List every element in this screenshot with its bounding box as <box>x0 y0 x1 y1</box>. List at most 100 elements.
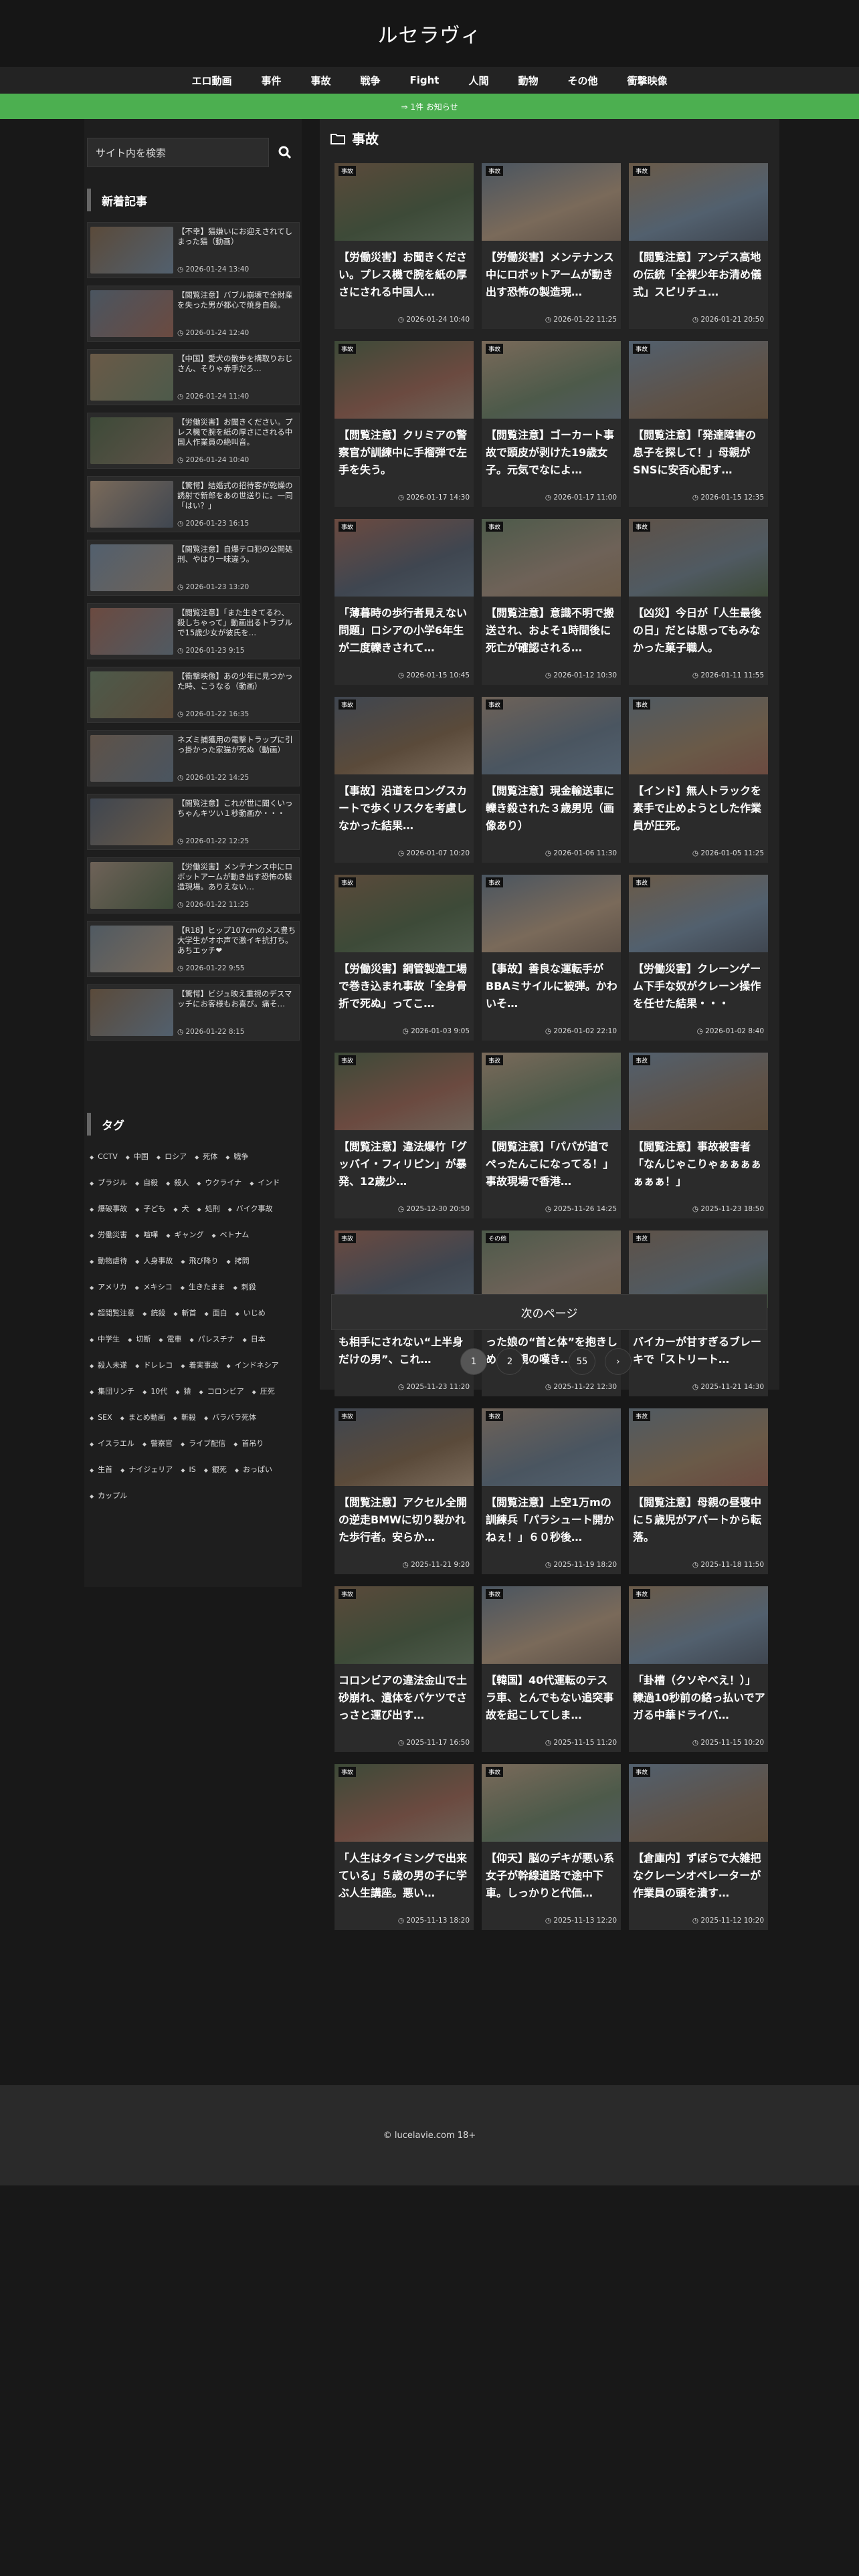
recent-post[interactable]: 【閲覧注意】「また生きてるわ、殺しちゃって」動画出るトラブルで15歳少女が彼氏を… <box>87 603 300 659</box>
tag-link[interactable]: IS <box>181 1465 195 1475</box>
tag-link[interactable]: 生きたまま <box>181 1282 225 1292</box>
tag-link[interactable]: ギャング <box>166 1230 203 1240</box>
article-card[interactable]: 事故 【労働災害】鋼管製造工場で巻き込まれ事故「全身骨折で死ぬ」ってこ… ◷ 202… <box>335 875 474 1041</box>
next-page-button[interactable]: 次のページ <box>331 1294 767 1330</box>
tag-link[interactable]: バイク事故 <box>228 1204 273 1214</box>
article-card[interactable]: 事故 【労働災害】メンテナンス中にロボットアームが動き出す恐怖の製造現… ◷ 202… <box>482 163 621 329</box>
article-card[interactable]: 事故 【閲覧注意】ゴーカート事故で頭皮が剥けた19歳女子。元気でなによ… ◷ 202… <box>482 341 621 507</box>
site-title[interactable]: ルセラヴィ <box>378 19 482 48</box>
tag-link[interactable]: カップル <box>90 1491 127 1501</box>
nav-item[interactable]: 事故 <box>296 74 345 88</box>
tag-link[interactable]: ベトナム <box>211 1230 250 1240</box>
article-card[interactable]: 事故 【閲覧注意】意識不明で搬送され、およそ1時間後に死亡が確認される… ◷ 202… <box>482 519 621 685</box>
article-card[interactable]: 事故 「卦槽（クソやべえ！）」轢過10秒前の絡っ払いでアガる中華ドライバ… ◷ 20… <box>629 1586 768 1752</box>
article-card[interactable]: 事故 【労働災害】お聞きください。プレス機で腕を紙の厚さにされる中国人… ◷ 202… <box>335 163 474 329</box>
tag-link[interactable]: メキシコ <box>135 1282 173 1292</box>
page-number[interactable]: 1 <box>460 1348 487 1375</box>
article-card[interactable]: 事故 「人生はタイミングで出来ている」５歳の男の子に学ぶ人生講座。悪い… ◷ 202… <box>335 1764 474 1930</box>
article-card[interactable]: 事故 【韓国】40代運転のテスラ車、とんでもない追突事故を起こしてしま… ◷ 202… <box>482 1586 621 1752</box>
recent-post[interactable]: 【R18】ヒップ107cmのメス豊ち大学生がオホ声で激イキ抗打ち。あちエッチ❤ ◷… <box>87 921 300 977</box>
tag-link[interactable]: ライブ配信 <box>181 1438 225 1448</box>
tag-link[interactable]: 面白 <box>204 1308 227 1318</box>
tag-link[interactable]: ウクライナ <box>197 1178 242 1188</box>
tag-link[interactable]: 切断 <box>128 1334 151 1344</box>
tag-link[interactable]: 猿 <box>175 1386 191 1396</box>
article-card[interactable]: 事故 【閲覧注意】上空1万mの訓練兵「パラシュート開かねぇ！」６０秒後… ◷ 202… <box>482 1408 621 1574</box>
article-card[interactable]: 事故 コロンビアの違法金山で土砂崩れ、遺体をバケツでさっさと運び出す… ◷ 2025… <box>335 1586 474 1752</box>
tag-link[interactable]: 動物虐待 <box>90 1256 127 1266</box>
recent-post[interactable]: 【労働災害】お聞きください。プレス機で腕を紙の厚さにされる中国人作業員の絶叫音。… <box>87 413 300 469</box>
tag-link[interactable]: 飛び降り <box>181 1256 218 1266</box>
nav-item[interactable]: 事件 <box>246 74 296 88</box>
tag-link[interactable]: 中国 <box>126 1152 149 1162</box>
article-card[interactable]: 事故 【閲覧注意】現金輸送車に轢き殺された３歳男児（画像あり） ◷ 2026-01-… <box>482 697 621 863</box>
nav-item[interactable]: Fight <box>395 74 454 86</box>
tag-link[interactable]: 圧死 <box>252 1386 275 1396</box>
tag-link[interactable]: ナイジェリア <box>120 1465 173 1475</box>
tag-link[interactable]: 喧嘩 <box>135 1230 158 1240</box>
article-card[interactable]: 事故 【凶災】今日が「人生最後の日」だとは思ってもみなかった菓子職人。 ◷ 2026… <box>629 519 768 685</box>
tag-link[interactable]: 銀死 <box>204 1465 227 1475</box>
tag-link[interactable]: 中学生 <box>90 1334 120 1344</box>
article-card[interactable]: 事故 【事故】善良な運転手がBBAミサイルに被弾。かわいそ… ◷ 2026-01-0… <box>482 875 621 1041</box>
article-card[interactable]: 事故 【閲覧注意】アンデス高地の伝統「全裸少年お清め儀式」スピリチュ… ◷ 2026… <box>629 163 768 329</box>
article-card[interactable]: 事故 【閲覧注意】母親の昼寝中に５歳児がアパートから転落。 ◷ 2025-11-18… <box>629 1408 768 1574</box>
page-number[interactable]: 55 <box>569 1348 595 1375</box>
article-card[interactable]: 事故 「薄暮時の歩行者見えない問題」ロシアの小学6年生が二度轢きされて… ◷ 202… <box>335 519 474 685</box>
article-card[interactable]: 事故 【仰天】脳のデキが悪い系女子が幹線道路で途中下車。しっかりと代価… ◷ 202… <box>482 1764 621 1930</box>
page-number[interactable]: 2 <box>496 1348 523 1375</box>
notice-bar[interactable]: ⇒ 1件 お知らせ <box>0 94 859 119</box>
tag-link[interactable]: 斬殺 <box>173 1412 196 1422</box>
tag-link[interactable]: 刺殺 <box>233 1282 256 1292</box>
tag-link[interactable]: パレスチナ <box>189 1334 235 1344</box>
tag-link[interactable]: 処刑 <box>197 1204 220 1214</box>
article-card[interactable]: 事故 【閲覧注意】違法爆竹「グッバイ・フィリピン」が暴発、12歳少… ◷ 2025-… <box>335 1053 474 1218</box>
search-button[interactable] <box>270 138 300 167</box>
tag-link[interactable]: まとめ動画 <box>120 1412 165 1422</box>
tag-link[interactable]: バラバラ死体 <box>204 1412 256 1422</box>
tag-link[interactable]: 生首 <box>90 1465 112 1475</box>
nav-item[interactable]: 動物 <box>504 74 553 88</box>
nav-item[interactable]: エロ動画 <box>177 74 246 88</box>
recent-post[interactable]: 【閲覧注意】バブル崩壊で全財産を失った男が都心で焼身自殺。 ◷ 2026-01-2… <box>87 286 300 342</box>
tag-link[interactable]: 集団リンチ <box>90 1386 134 1396</box>
article-card[interactable]: 事故 【倉庫内】ずぼらで大雑把なクレーンオペレーターが作業員の頭を潰す… ◷ 202… <box>629 1764 768 1930</box>
next-page-arrow[interactable]: › <box>605 1348 632 1375</box>
tag-link[interactable]: 拷問 <box>226 1256 250 1266</box>
tag-link[interactable]: ロシア <box>157 1152 187 1162</box>
article-card[interactable]: 事故 【労働災害】クレーンゲーム下手な奴がクレーン操作を任せた結果・・・ ◷ 202… <box>629 875 768 1041</box>
recent-post[interactable]: 【閲覧注意】これが世に聞くいっちゃんキツい１秒動画か・・・ ◷ 2026-01-2… <box>87 794 300 850</box>
recent-post[interactable]: 【驚愕】結婚式の招待客が乾燥の誘射で新郎をあの世送りに。一同「はい？」 ◷ 202… <box>87 476 300 532</box>
tag-link[interactable]: 着実事故 <box>181 1360 218 1370</box>
tag-link[interactable]: 自殺 <box>135 1178 158 1188</box>
tag-link[interactable]: 犬 <box>173 1204 189 1214</box>
article-card[interactable]: 事故 【閲覧注意】事故被害者「なんじゃこりゃぁぁぁぁぁぁぁ！」 ◷ 2025-11-… <box>629 1053 768 1218</box>
nav-item[interactable]: 衝撃映像 <box>613 74 682 88</box>
tag-link[interactable]: 戦争 <box>225 1152 248 1162</box>
article-card[interactable]: 事故 【閲覧注意】アクセル全開の逆走BMWに切り裂かれた歩行者。安らか… ◷ 202… <box>335 1408 474 1574</box>
recent-post[interactable]: 【労働災害】メンテナンス中にロボットアームが動き出す恐怖の製造現場。ありえない…… <box>87 857 300 914</box>
tag-link[interactable]: 子ども <box>135 1204 165 1214</box>
tag-link[interactable]: インド <box>250 1178 280 1188</box>
tag-link[interactable]: 労働災害 <box>90 1230 127 1240</box>
article-card[interactable]: 事故 【閲覧注意】「パパが道でぺったんこになってる！」事故現場で香港… ◷ 2025… <box>482 1053 621 1218</box>
tag-link[interactable]: 警察官 <box>142 1438 173 1448</box>
nav-item[interactable]: その他 <box>553 74 613 88</box>
tag-link[interactable]: 殺人 <box>166 1178 189 1188</box>
article-card[interactable]: 事故 【事故】沿道をロングスカートで歩くリスクを考慮しなかった結果… ◷ 2026-… <box>335 697 474 863</box>
recent-post[interactable]: 【不幸】猫嫌いにお迎えされてしまった猫（動画） ◷ 2026-01-24 13:4… <box>87 222 300 278</box>
recent-post[interactable]: 【驚愕】ビジュ映え重視のデスマッチにお客様もお喜び。痛そ… ◷ 2026-01-2… <box>87 984 300 1041</box>
tag-link[interactable]: ブラジル <box>90 1178 127 1188</box>
recent-post[interactable]: 【衝撃映像】あの少年に見つかった時、こうなる（動画） ◷ 2026-01-22 1… <box>87 667 300 723</box>
recent-post[interactable]: ネズミ捕獲用の電撃トラップに引っ掛かった家猫が死ぬ（動画） ◷ 2026-01-2… <box>87 730 300 786</box>
tag-link[interactable]: 爆破事故 <box>90 1204 127 1214</box>
tag-link[interactable]: いじめ <box>235 1308 266 1318</box>
article-card[interactable]: 事故 【閲覧注意】「発達障害の息子を探して！」母親がSNSに安否心配す… ◷ 202… <box>629 341 768 507</box>
tag-link[interactable]: 人身事故 <box>135 1256 173 1266</box>
tag-link[interactable]: 死体 <box>195 1152 217 1162</box>
tag-link[interactable]: CCTV <box>90 1152 118 1162</box>
tag-link[interactable]: SEX <box>90 1412 112 1422</box>
article-card[interactable]: 事故 【インド】無人トラックを素手で止めようとした作業員が圧死。 ◷ 2026-01… <box>629 697 768 863</box>
tag-link[interactable]: イスラエル <box>90 1438 134 1448</box>
tag-link[interactable]: 斬首 <box>173 1308 196 1318</box>
